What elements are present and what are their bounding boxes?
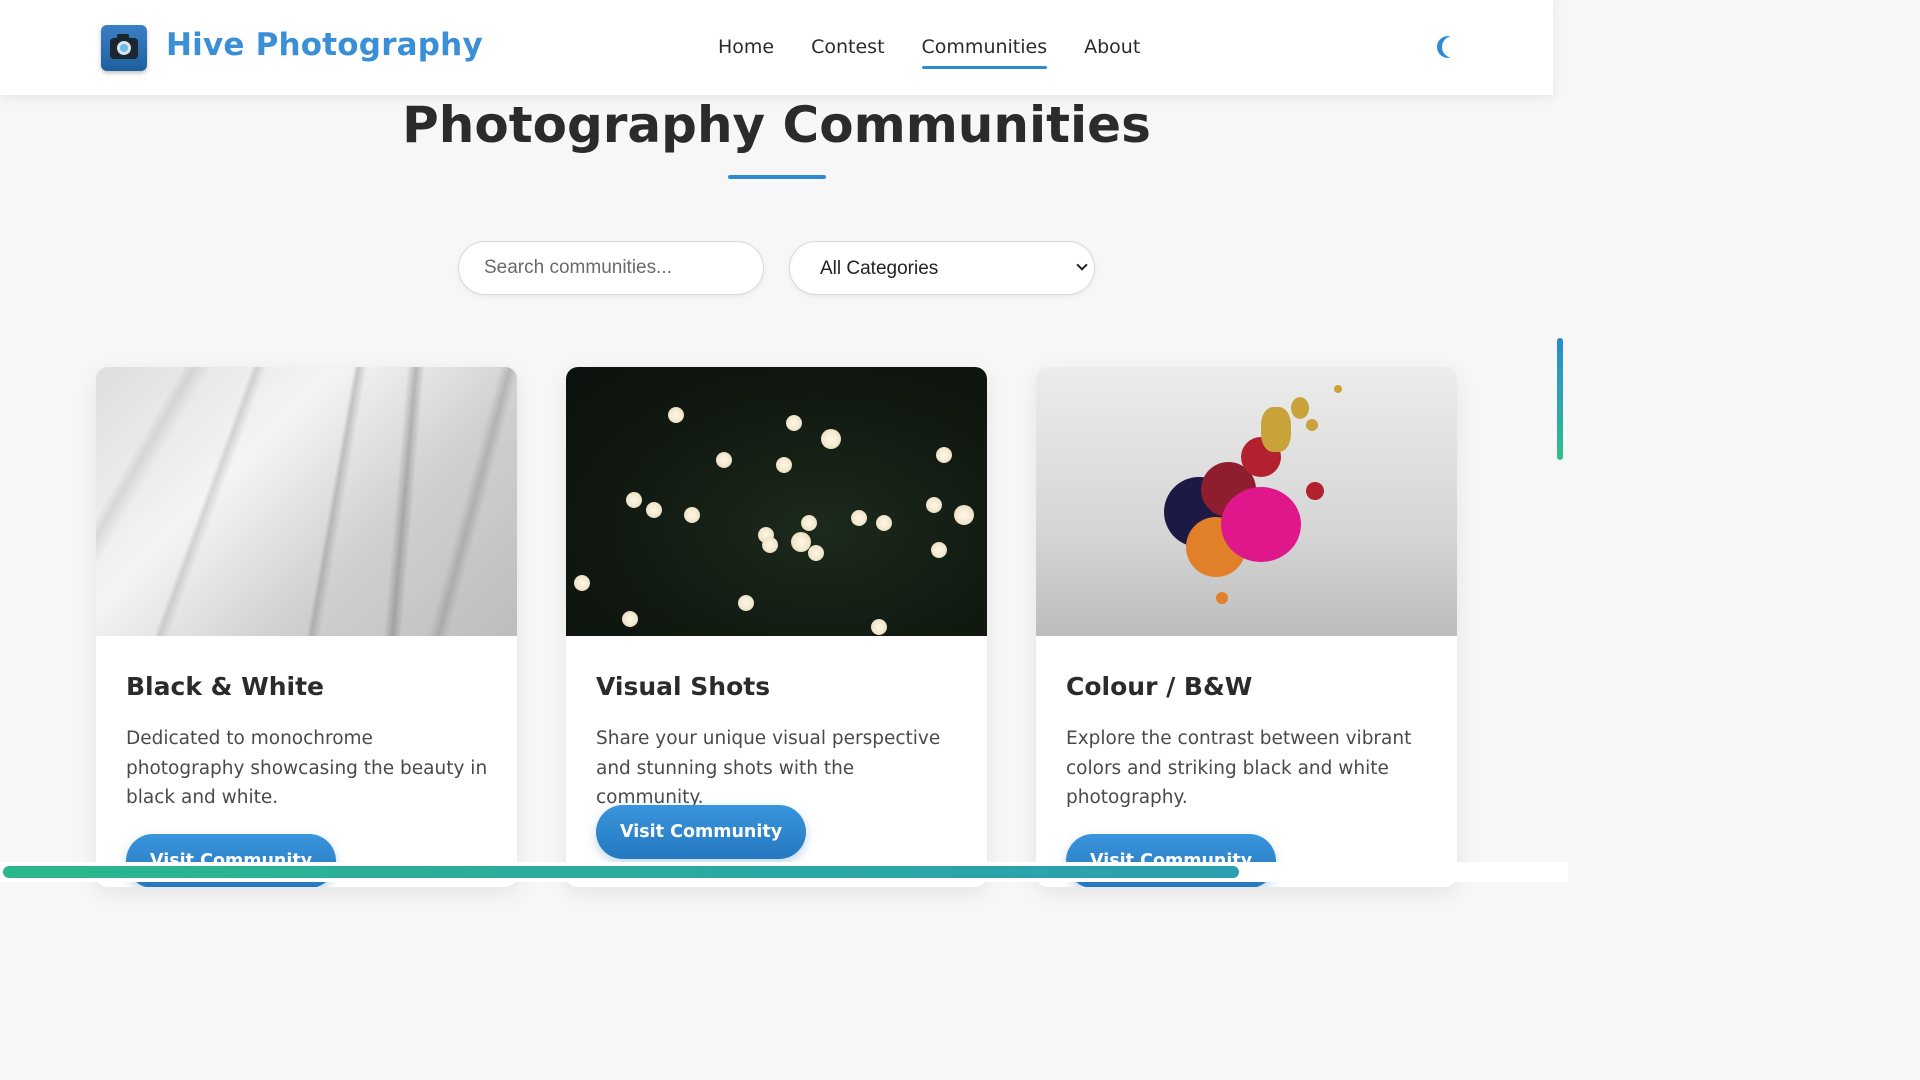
category-select[interactable]: All Categories bbox=[789, 241, 1095, 295]
scrollbar[interactable] bbox=[1557, 338, 1563, 460]
brand-title[interactable]: Hive Photography bbox=[166, 27, 483, 63]
flowers-image bbox=[566, 367, 987, 636]
moon-icon[interactable] bbox=[1442, 36, 1464, 58]
community-card: Colour / B&W Explore the contrast betwee… bbox=[1036, 367, 1457, 887]
community-card: Visual Shots Share your unique visual pe… bbox=[566, 367, 987, 887]
camera-icon[interactable] bbox=[101, 25, 147, 71]
community-card: Black & White Dedicated to monochrome ph… bbox=[96, 367, 517, 887]
nav-about[interactable]: About bbox=[1084, 36, 1140, 66]
card-title: Visual Shots bbox=[596, 672, 771, 701]
card-title: Colour / B&W bbox=[1066, 672, 1253, 701]
card-description: Explore the contrast between vibrant col… bbox=[1066, 728, 1412, 808]
card-description: Share your unique visual perspective and… bbox=[596, 728, 941, 808]
marble-image bbox=[96, 367, 517, 636]
nav-communities[interactable]: Communities bbox=[921, 36, 1047, 69]
chevron-down-icon bbox=[1076, 259, 1088, 271]
title-underline bbox=[728, 175, 826, 179]
card-description: Dedicated to monochrome photography show… bbox=[126, 728, 488, 808]
site-header: Hive Photography Home Contest Communitie… bbox=[0, 0, 1553, 95]
scroll-progress-bar bbox=[3, 866, 1239, 878]
nav-home[interactable]: Home bbox=[718, 36, 774, 66]
category-select-value: All Categories bbox=[820, 258, 939, 279]
card-title: Black & White bbox=[126, 672, 324, 701]
paint-splash-image bbox=[1036, 367, 1457, 636]
visit-community-button[interactable]: Visit Community bbox=[596, 805, 807, 859]
page-title: Photography Communities bbox=[402, 96, 1151, 154]
main-nav: Home Contest Communities About bbox=[718, 36, 1177, 69]
nav-contest[interactable]: Contest bbox=[811, 36, 884, 66]
search-input[interactable] bbox=[458, 241, 764, 295]
